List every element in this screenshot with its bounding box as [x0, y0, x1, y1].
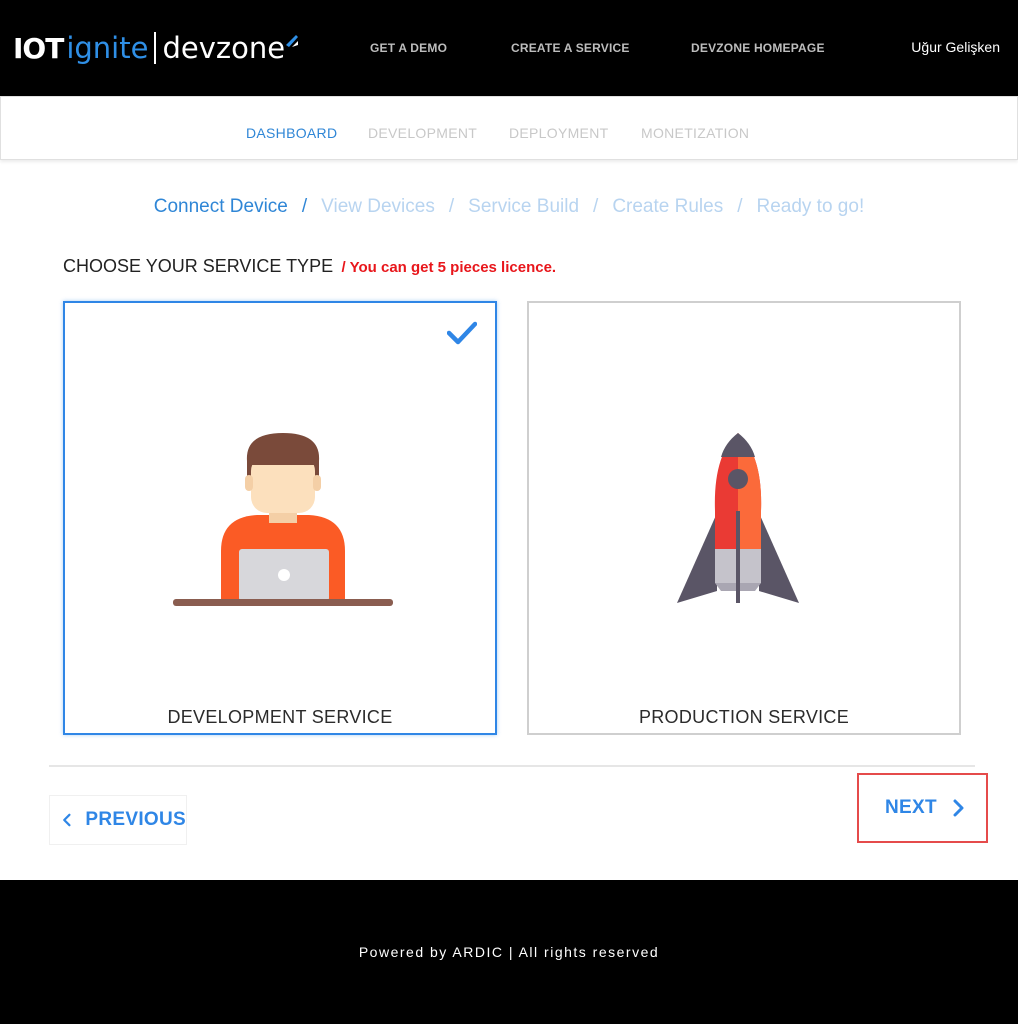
production-service-label: PRODUCTION SERVICE	[638, 707, 850, 727]
step-connect-device[interactable]: Connect Device	[154, 196, 288, 218]
step-view-devices[interactable]: View Devices	[321, 196, 435, 218]
development-service-card[interactable]: DEVELOPMENT SERVICE	[63, 301, 497, 735]
subnav-deployment[interactable]: DEPLOYMENT	[509, 125, 608, 141]
step-separator: /	[737, 196, 743, 217]
chevron-left-icon	[63, 813, 71, 827]
chevron-right-icon	[953, 799, 964, 817]
sub-navigation: DASHBOARD DEVELOPMENT DEPLOYMENT MONETIZ…	[0, 96, 1018, 160]
service-type-heading: CHOOSE YOUR SERVICE TYPE	[63, 256, 334, 276]
logo-iot-text: IOT	[13, 31, 64, 65]
subnav-dashboard[interactable]: DASHBOARD	[246, 125, 337, 141]
content-divider	[49, 765, 975, 767]
step-ready-to-go[interactable]: Ready to go!	[756, 196, 864, 218]
licence-note: / You can get 5 pieces licence.	[341, 259, 557, 276]
logo-swoosh-icon	[286, 35, 299, 47]
subnav-development[interactable]: DEVELOPMENT	[368, 125, 477, 141]
developer-icon	[173, 433, 393, 606]
user-menu[interactable]: Uğur Gelişken	[911, 39, 1000, 55]
nav-devzone-homepage[interactable]: DEVZONE HOMEPAGE	[691, 41, 825, 55]
step-service-build[interactable]: Service Build	[468, 196, 579, 218]
next-button-label: NEXT	[885, 797, 937, 818]
rocket-icon	[677, 433, 799, 603]
step-separator: /	[301, 196, 308, 217]
logo-ignite-text: ignite	[66, 31, 149, 65]
logo-devzone-text: devzone	[162, 31, 286, 65]
production-service-card[interactable]: PRODUCTION SERVICE	[527, 301, 961, 735]
next-button[interactable]: NEXT	[857, 773, 988, 843]
step-separator: /	[448, 196, 455, 217]
nav-get-a-demo[interactable]: GET A DEMO	[370, 41, 447, 55]
previous-button-label: PREVIOUS	[85, 809, 186, 830]
development-service-label: DEVELOPMENT SERVICE	[167, 707, 393, 727]
step-create-rules[interactable]: Create Rules	[612, 196, 723, 218]
previous-button[interactable]: PREVIOUS	[49, 795, 187, 845]
top-header: IOT ignite devzone GET A DEMO CREATE A S…	[0, 0, 1018, 96]
subnav-monetization[interactable]: MONETIZATION	[641, 125, 749, 141]
section-title: CHOOSE YOUR SERVICE TYPE / You can get 5…	[63, 256, 556, 277]
nav-create-a-service[interactable]: CREATE A SERVICE	[511, 41, 630, 55]
step-separator: /	[593, 196, 599, 217]
footer-copyright: Powered by ARDIC | All rights reserved	[358, 944, 660, 960]
wizard-steps: Connect Device / View Devices / Service …	[0, 196, 1018, 218]
page-footer: Powered by ARDIC | All rights reserved	[0, 880, 1018, 1024]
logo-divider	[154, 32, 157, 64]
iotignite-devzone-logo[interactable]: IOT ignite devzone	[13, 30, 299, 66]
checkmark-icon	[447, 321, 477, 345]
